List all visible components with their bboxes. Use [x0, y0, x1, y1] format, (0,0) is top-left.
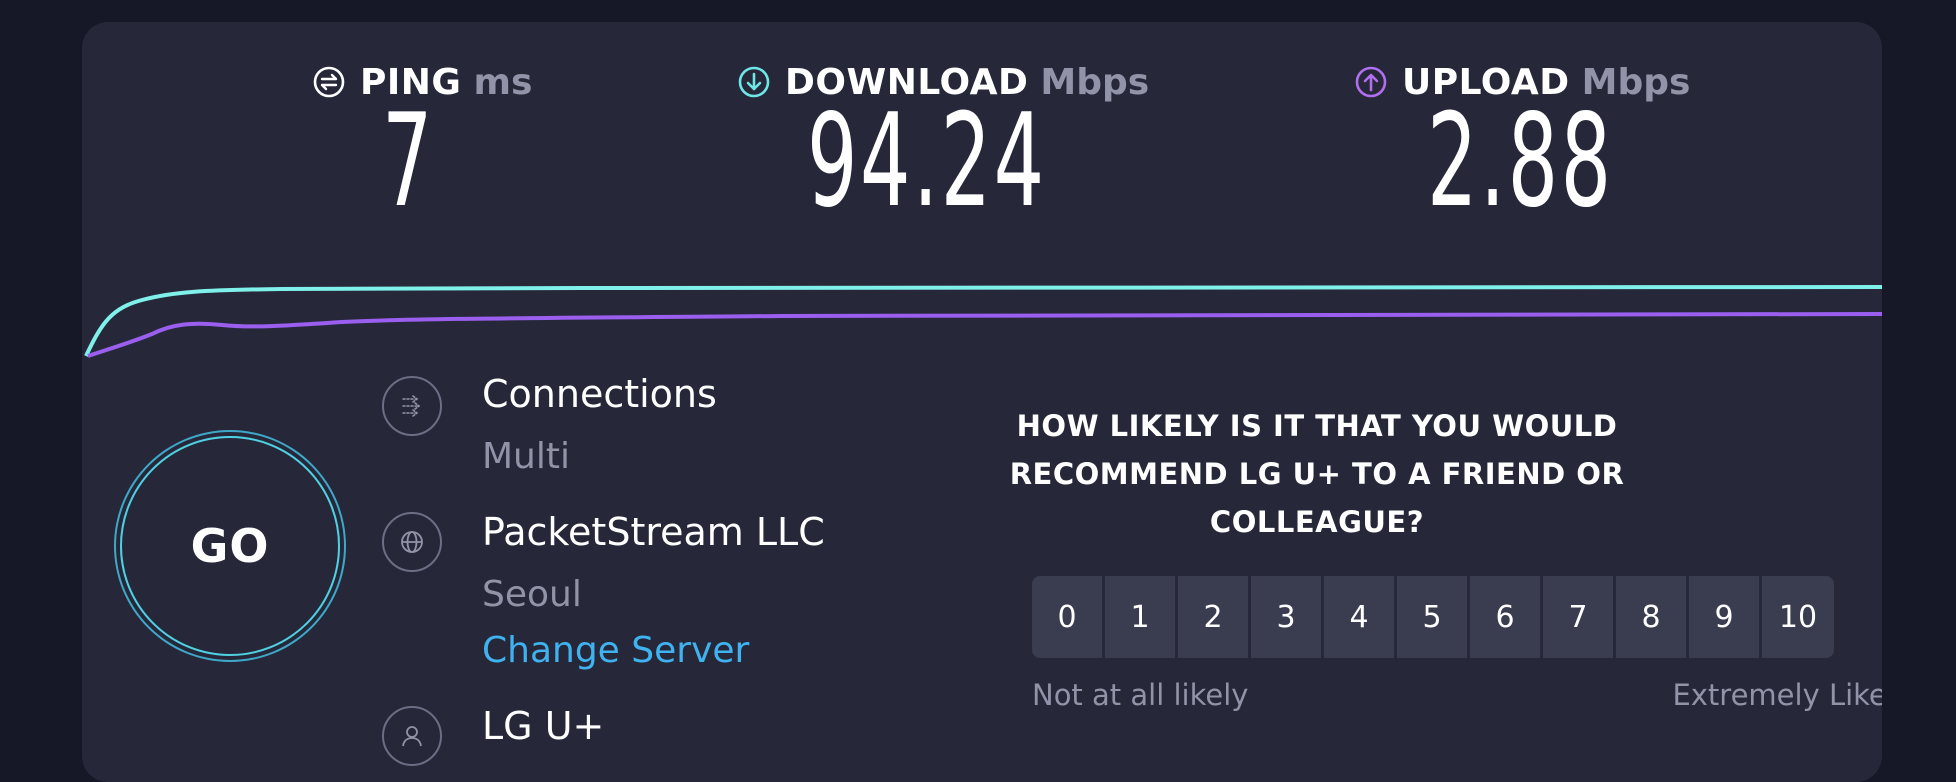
server-location: Seoul [482, 574, 582, 615]
go-label: GO [190, 519, 270, 573]
upload-value: 2.88 [1427, 87, 1614, 236]
rating-option-10[interactable]: 10 [1762, 576, 1834, 658]
rating-option-3[interactable]: 3 [1251, 576, 1321, 658]
speed-graph [84, 285, 1882, 358]
globe-icon [382, 512, 442, 572]
connections-title: Connections [482, 372, 717, 416]
upload-arrow-icon [1355, 66, 1387, 98]
ping-value: 7 [382, 87, 435, 236]
upload-graph-line [87, 312, 1882, 358]
rating-option-2[interactable]: 2 [1178, 576, 1248, 658]
connections-icon [382, 376, 442, 436]
survey-question: HOW LIKELY IS IT THAT YOU WOULD RECOMMEN… [1009, 409, 1625, 539]
download-value: 94.24 [807, 87, 1047, 236]
connections-value: Multi [482, 436, 570, 477]
rating-option-4[interactable]: 4 [1324, 576, 1394, 658]
rating-option-6[interactable]: 6 [1470, 576, 1540, 658]
rating-option-8[interactable]: 8 [1616, 576, 1686, 658]
scale-low-label: Not at all likely [1032, 678, 1249, 712]
ping-unit: ms [473, 61, 533, 103]
ping-icon [313, 66, 345, 98]
rating-scale: 0 1 2 3 4 5 6 7 8 9 10 [1032, 576, 1834, 658]
change-server-link[interactable]: Change Server [482, 630, 749, 671]
download-arrow-icon [738, 66, 770, 98]
download-unit: Mbps [1040, 61, 1150, 103]
rating-option-5[interactable]: 5 [1397, 576, 1467, 658]
rating-option-0[interactable]: 0 [1032, 576, 1102, 658]
user-icon [382, 706, 442, 766]
scale-high-label: Extremely Likely [1672, 678, 1882, 712]
rating-option-1[interactable]: 1 [1105, 576, 1175, 658]
server-name: PacketStream LLC [482, 510, 825, 554]
go-button[interactable]: GO [120, 436, 340, 656]
provider-name: LG U+ [482, 704, 605, 748]
speedtest-panel: PING ms 7 DOWNLOAD Mbps 94.24 UPLOAD Mbp… [82, 22, 1882, 782]
rating-option-7[interactable]: 7 [1543, 576, 1613, 658]
rating-option-9[interactable]: 9 [1689, 576, 1759, 658]
